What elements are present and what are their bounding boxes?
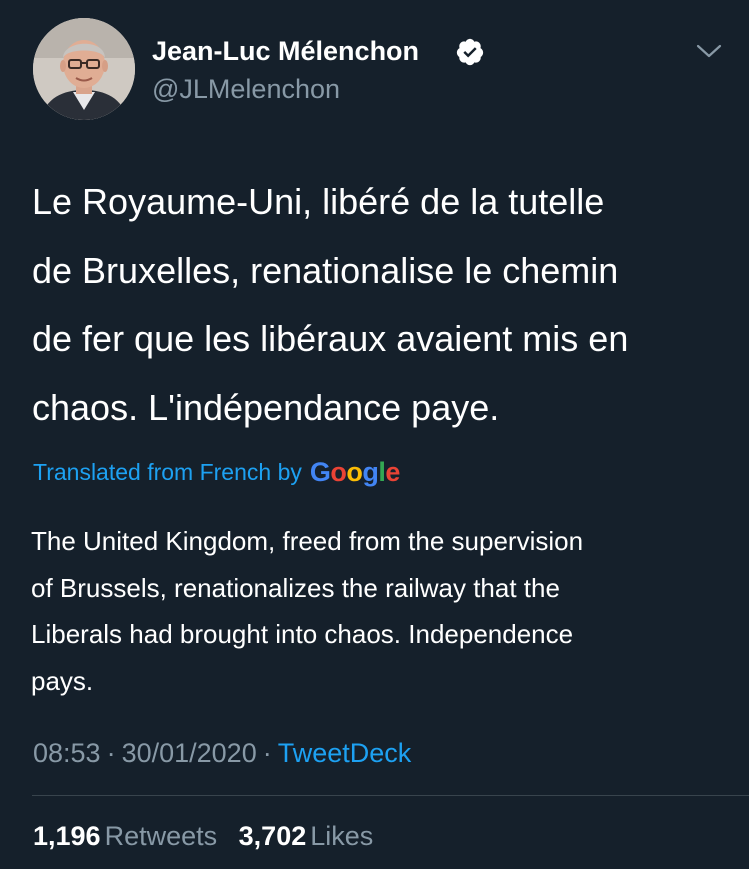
retweets-count: 1,196 (33, 821, 101, 851)
divider (32, 795, 749, 796)
meta-separator: · (106, 738, 116, 768)
avatar-photo (33, 18, 135, 120)
translation-attribution: Translated from French by Google (33, 452, 400, 492)
likes-label: Likes (310, 821, 374, 851)
likes-stat[interactable]: 3,702 Likes (239, 821, 374, 851)
tweet-text-line: de Bruxelles, renationalise le chemin (32, 249, 619, 291)
tweet-stats: 1,196 Retweets 3,702 Likes (33, 816, 387, 856)
retweets-label: Retweets (104, 821, 218, 851)
meta-separator: · (262, 738, 272, 768)
author-handle[interactable]: @JLMelenchon (152, 72, 340, 106)
author-display-name[interactable]: Jean-Luc Mélenchon (152, 34, 419, 68)
google-logo-letter: g (362, 456, 379, 487)
google-logo-letter: o (330, 456, 347, 487)
translation-text: The United Kingdom, freed from the super… (31, 518, 721, 704)
likes-count: 3,702 (238, 821, 307, 851)
retweets-stat[interactable]: 1,196 Retweets (33, 821, 217, 851)
translation-text-line: pays. (31, 665, 94, 696)
tweet-card: Jean-Luc Mélenchon @JLMelenchon Le Royau… (0, 0, 749, 869)
google-logo-letter: G (309, 456, 331, 487)
tweet-text-line: de fer que les libéraux avaient mis en (32, 318, 629, 359)
google-logo: Google (309, 456, 401, 488)
google-logo-letter: o (346, 456, 363, 487)
translation-text-line: Liberals had brought into chaos. Indepen… (31, 619, 574, 649)
tweet-date[interactable]: 30/01/2020 (122, 738, 257, 768)
verified-badge-icon (456, 38, 484, 66)
chevron-down-icon[interactable] (692, 38, 726, 64)
tweet-time[interactable]: 08:53 (33, 738, 101, 768)
translation-text-line: The United Kingdom, freed from the super… (31, 526, 584, 556)
translation-text-line: of Brussels, renationalizes the railway … (31, 572, 560, 603)
tweet-meta: 08:53 · 30/01/2020 · TweetDeck (33, 733, 411, 773)
avatar[interactable] (33, 18, 135, 120)
tweet-text-line: Le Royaume-Uni, libéré de la tutelle (32, 181, 605, 222)
tweet-text-line: chaos. L'indépendance paye. (32, 386, 500, 428)
translated-from-link[interactable]: Translated from French by (33, 459, 302, 486)
tweet-text: Le Royaume-Uni, libéré de la tutelle de … (32, 168, 722, 442)
tweet-source-link[interactable]: TweetDeck (278, 738, 412, 768)
google-logo-letter: e (385, 456, 400, 487)
